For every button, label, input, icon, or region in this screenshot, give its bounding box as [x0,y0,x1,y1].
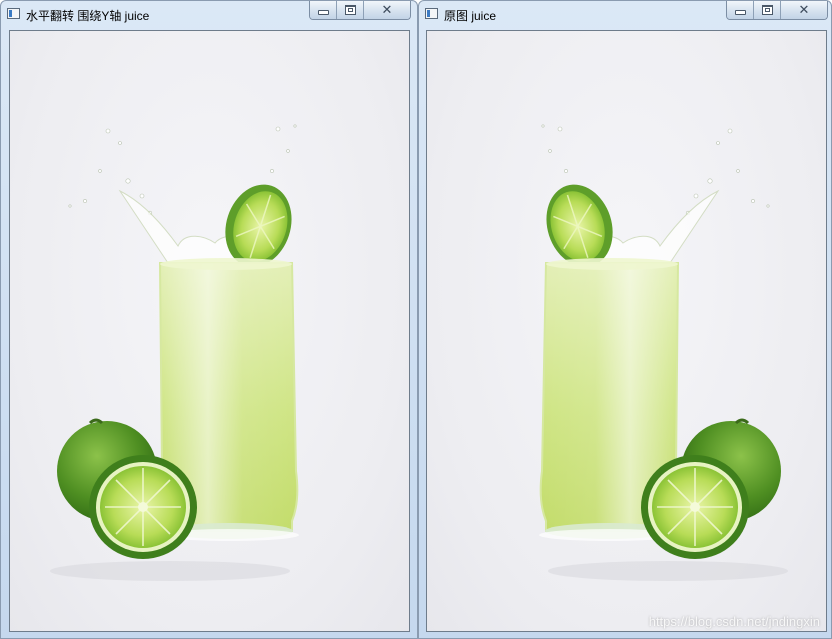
maximize-icon [761,5,773,15]
maximize-button[interactable] [337,1,364,19]
caption-buttons: ✕ [726,1,828,20]
flipped-juice-image [10,31,409,631]
close-icon: ✕ [381,2,393,18]
close-button[interactable]: ✕ [364,1,410,19]
flipped-juice-window[interactable]: 水平翻转 围绕Y轴 juice ✕ [0,0,418,639]
minimize-button[interactable] [727,1,754,19]
minimize-button[interactable] [310,1,337,19]
image-canvas [9,30,410,632]
window-title: 原图 juice [444,9,497,23]
window-icon[interactable] [425,8,438,19]
original-juice-window[interactable]: 原图 juice ✕ https://blog.csdn.net/jndingx… [418,0,832,639]
minimize-icon [734,9,746,15]
window-title: 水平翻转 围绕Y轴 juice [26,9,150,23]
image-canvas: https://blog.csdn.net/jndingxin [426,30,827,632]
original-juice-image [427,31,826,631]
maximize-icon [344,5,356,15]
title-bar[interactable]: 水平翻转 围绕Y轴 juice ✕ [1,1,417,27]
minimize-icon [317,9,329,15]
caption-buttons: ✕ [309,1,411,20]
window-icon[interactable] [7,8,20,19]
maximize-button[interactable] [754,1,781,19]
watermark: https://blog.csdn.net/jndingxin [648,614,820,629]
close-button[interactable]: ✕ [781,1,827,19]
title-bar[interactable]: 原图 juice ✕ [419,1,831,27]
close-icon: ✕ [798,2,810,18]
